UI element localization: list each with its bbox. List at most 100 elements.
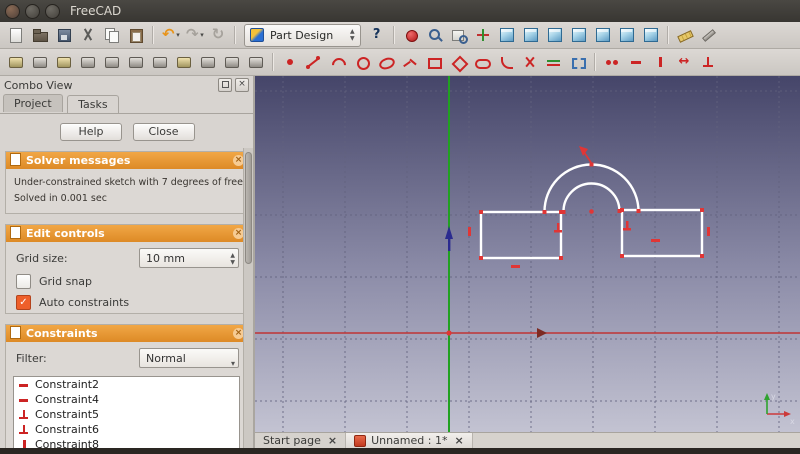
paste-button[interactable] <box>124 23 148 47</box>
create-polyline-button[interactable] <box>398 50 422 74</box>
auto-constraints-row[interactable]: ✓ Auto constraints <box>6 292 247 313</box>
3d-viewport[interactable]: x y <box>255 76 800 432</box>
open-document-button[interactable] <box>28 23 52 47</box>
dropdown-caret-icon[interactable]: ▾ <box>200 31 204 39</box>
sketch-inner-arc[interactable] <box>563 183 619 212</box>
pocket-button[interactable] <box>28 50 52 74</box>
constraint-list-item[interactable]: Constraint5 <box>14 407 239 422</box>
tab-project[interactable]: Project <box>3 94 63 112</box>
trim-edge-button[interactable] <box>518 50 542 74</box>
fit-all-button[interactable] <box>423 23 447 47</box>
constraint-perpendicular-button[interactable] <box>696 50 720 74</box>
macro-record-button[interactable] <box>399 23 423 47</box>
polar-pattern-button[interactable] <box>220 50 244 74</box>
pocket-icon <box>32 54 48 70</box>
sketch-viewport-canvas[interactable]: x y <box>255 76 800 432</box>
create-line-button[interactable] <box>302 50 326 74</box>
window-close-button[interactable] <box>5 4 20 19</box>
window-maximize-button[interactable] <box>45 4 60 19</box>
spin-down-icon[interactable]: ▼ <box>350 35 355 42</box>
tab-tasks[interactable]: Tasks <box>67 95 118 113</box>
constraint-list-item[interactable]: Constraint6 <box>14 422 239 437</box>
spinbox-arrows-icon[interactable]: ▲ ▼ <box>230 252 235 266</box>
radius-constraint-arrow[interactable] <box>579 146 592 164</box>
new-document-button[interactable] <box>4 23 28 47</box>
measure-distance-button[interactable] <box>673 23 697 47</box>
create-rectangle-button[interactable] <box>422 50 446 74</box>
dock-close-icon[interactable]: × <box>235 78 249 92</box>
tab-start-page[interactable]: Start page × <box>255 433 346 448</box>
dropdown-caret-icon[interactable]: ▾ <box>176 31 180 39</box>
constraint-list-item[interactable]: Constraint4 <box>14 392 239 407</box>
create-polygon-button[interactable] <box>446 50 470 74</box>
create-ellipse-button[interactable] <box>374 50 398 74</box>
constraint-list[interactable]: Constraint2Constraint4Constraint5Constra… <box>13 376 240 448</box>
tab-close-icon[interactable]: × <box>328 434 337 447</box>
edit-controls-header[interactable]: Edit controls × <box>6 225 247 242</box>
constraint-coincident-button[interactable] <box>600 50 624 74</box>
box-zoom-button[interactable] <box>447 23 471 47</box>
view-rear-button[interactable] <box>591 23 615 47</box>
external-geometry-button[interactable] <box>542 50 566 74</box>
auto-constraints-checkbox[interactable]: ✓ <box>16 295 31 310</box>
view-left-button[interactable] <box>639 23 663 47</box>
sketch-left-rectangle[interactable] <box>481 212 561 258</box>
redo-button[interactable]: ↷▾ <box>182 23 206 47</box>
constraint-list-item[interactable]: Constraint8 <box>14 437 239 448</box>
sketch-outer-arc[interactable] <box>544 164 638 212</box>
constraint-list-item[interactable]: Constraint2 <box>14 377 239 392</box>
workbench-selector[interactable]: Part Design ▲ ▼ <box>244 24 361 47</box>
scrollbar-thumb[interactable] <box>245 152 252 264</box>
grid-size-spinbox[interactable]: 10 mm ▲ ▼ <box>139 248 239 268</box>
multitransform-button[interactable] <box>244 50 268 74</box>
create-arc-button[interactable] <box>326 50 350 74</box>
copy-button[interactable] <box>100 23 124 47</box>
tab-unnamed-document[interactable]: Unnamed : 1* × <box>346 433 473 448</box>
grid-snap-row[interactable]: Grid snap <box>6 271 247 292</box>
create-circle-button[interactable] <box>350 50 374 74</box>
view-bottom-button[interactable] <box>615 23 639 47</box>
combo-arrows-icon[interactable]: ▲ ▼ <box>350 28 355 42</box>
create-point-button[interactable] <box>278 50 302 74</box>
construction-mode-button[interactable] <box>566 50 590 74</box>
spin-up-icon[interactable]: ▲ <box>230 252 235 259</box>
filter-combobox[interactable]: Normal ▾ <box>139 348 239 368</box>
constraint-horizontal-button[interactable] <box>624 50 648 74</box>
sketch-right-rectangle[interactable] <box>622 210 702 256</box>
draft-button[interactable] <box>148 50 172 74</box>
cut-button[interactable] <box>76 23 100 47</box>
pad-button[interactable] <box>4 50 28 74</box>
window-minimize-button[interactable] <box>25 4 40 19</box>
solver-messages-header[interactable]: Solver messages × <box>6 152 247 169</box>
mirrored-button[interactable] <box>172 50 196 74</box>
whats-this-button[interactable]: ? <box>365 23 389 47</box>
create-fillet-button[interactable] <box>494 50 518 74</box>
refresh-button[interactable]: ↻ <box>206 23 230 47</box>
dock-float-icon[interactable] <box>218 78 232 92</box>
tasks-scrollbar[interactable] <box>243 148 253 448</box>
spin-up-icon[interactable]: ▲ <box>350 28 355 35</box>
axis-cross-button[interactable] <box>471 23 495 47</box>
linear-pattern-button[interactable] <box>196 50 220 74</box>
chamfer-button[interactable] <box>124 50 148 74</box>
close-button[interactable]: Close <box>133 123 195 141</box>
create-slot-button[interactable] <box>470 50 494 74</box>
view-isometric-button[interactable] <box>495 23 519 47</box>
help-button[interactable]: Help <box>60 123 122 141</box>
fillet-feature-button[interactable] <box>100 50 124 74</box>
view-right-button[interactable] <box>567 23 591 47</box>
constraint-distance-button[interactable]: ↔ <box>672 50 696 74</box>
spin-down-icon[interactable]: ▼ <box>230 259 235 266</box>
caret-down-icon[interactable]: ▾ <box>231 354 235 374</box>
groove-button[interactable] <box>76 50 100 74</box>
undo-button[interactable]: ↶▾ <box>158 23 182 47</box>
tab-close-icon[interactable]: × <box>454 434 463 447</box>
grid-snap-checkbox[interactable] <box>16 274 31 289</box>
constraints-header[interactable]: Constraints × <box>6 325 247 342</box>
constraint-vertical-button[interactable] <box>648 50 672 74</box>
save-button[interactable] <box>52 23 76 47</box>
edit-pencil-button[interactable] <box>697 23 721 47</box>
view-front-button[interactable] <box>519 23 543 47</box>
revolution-button[interactable] <box>52 50 76 74</box>
view-top-button[interactable] <box>543 23 567 47</box>
